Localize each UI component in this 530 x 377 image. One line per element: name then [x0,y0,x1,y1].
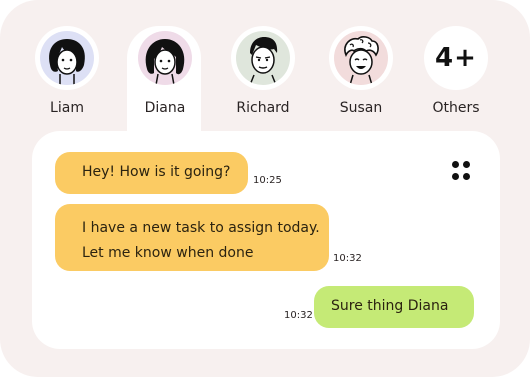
contact-name: Liam [50,100,84,116]
contact-others[interactable]: 4+ Others [419,26,493,116]
avatar-richard-illustration [236,31,290,85]
message-bubble-incoming[interactable]: I have a new task to assign today. Let m… [55,204,329,271]
avatar-susan [329,26,393,90]
avatar-diana-illustration [138,31,192,85]
contact-richard[interactable]: Richard [226,26,300,116]
avatar-richard [231,26,295,90]
others-count-badge: 4+ [429,31,483,85]
message-bubble-outgoing[interactable]: Sure thing Diana [314,286,474,328]
four-dot-menu-icon[interactable] [450,160,472,182]
message-time: 10:32 [284,310,313,321]
contact-name: Others [432,100,480,116]
avatar-liam-illustration [40,31,94,85]
message-text: Let me know when done [82,245,254,261]
avatar-others: 4+ [424,26,488,90]
contact-name: Susan [339,100,383,116]
message-time: 10:32 [333,253,362,264]
contact-name: Diana [144,100,186,116]
others-count: 4+ [435,43,477,73]
avatar-liam [35,26,99,90]
contact-name: Richard [236,100,290,116]
contact-liam[interactable]: Liam [30,26,104,116]
message-text: Hey! How is it going? [82,164,231,180]
message-bubble-incoming[interactable]: Hey! How is it going? [55,152,248,194]
contact-diana[interactable]: Diana [128,26,202,116]
avatar-susan-illustration [334,31,388,85]
avatar-diana [133,26,197,90]
message-text: I have a new task to assign today. [82,220,320,236]
contact-susan[interactable]: Susan [324,26,398,116]
message-time: 10:25 [253,175,282,186]
message-text: Sure thing Diana [331,298,449,314]
